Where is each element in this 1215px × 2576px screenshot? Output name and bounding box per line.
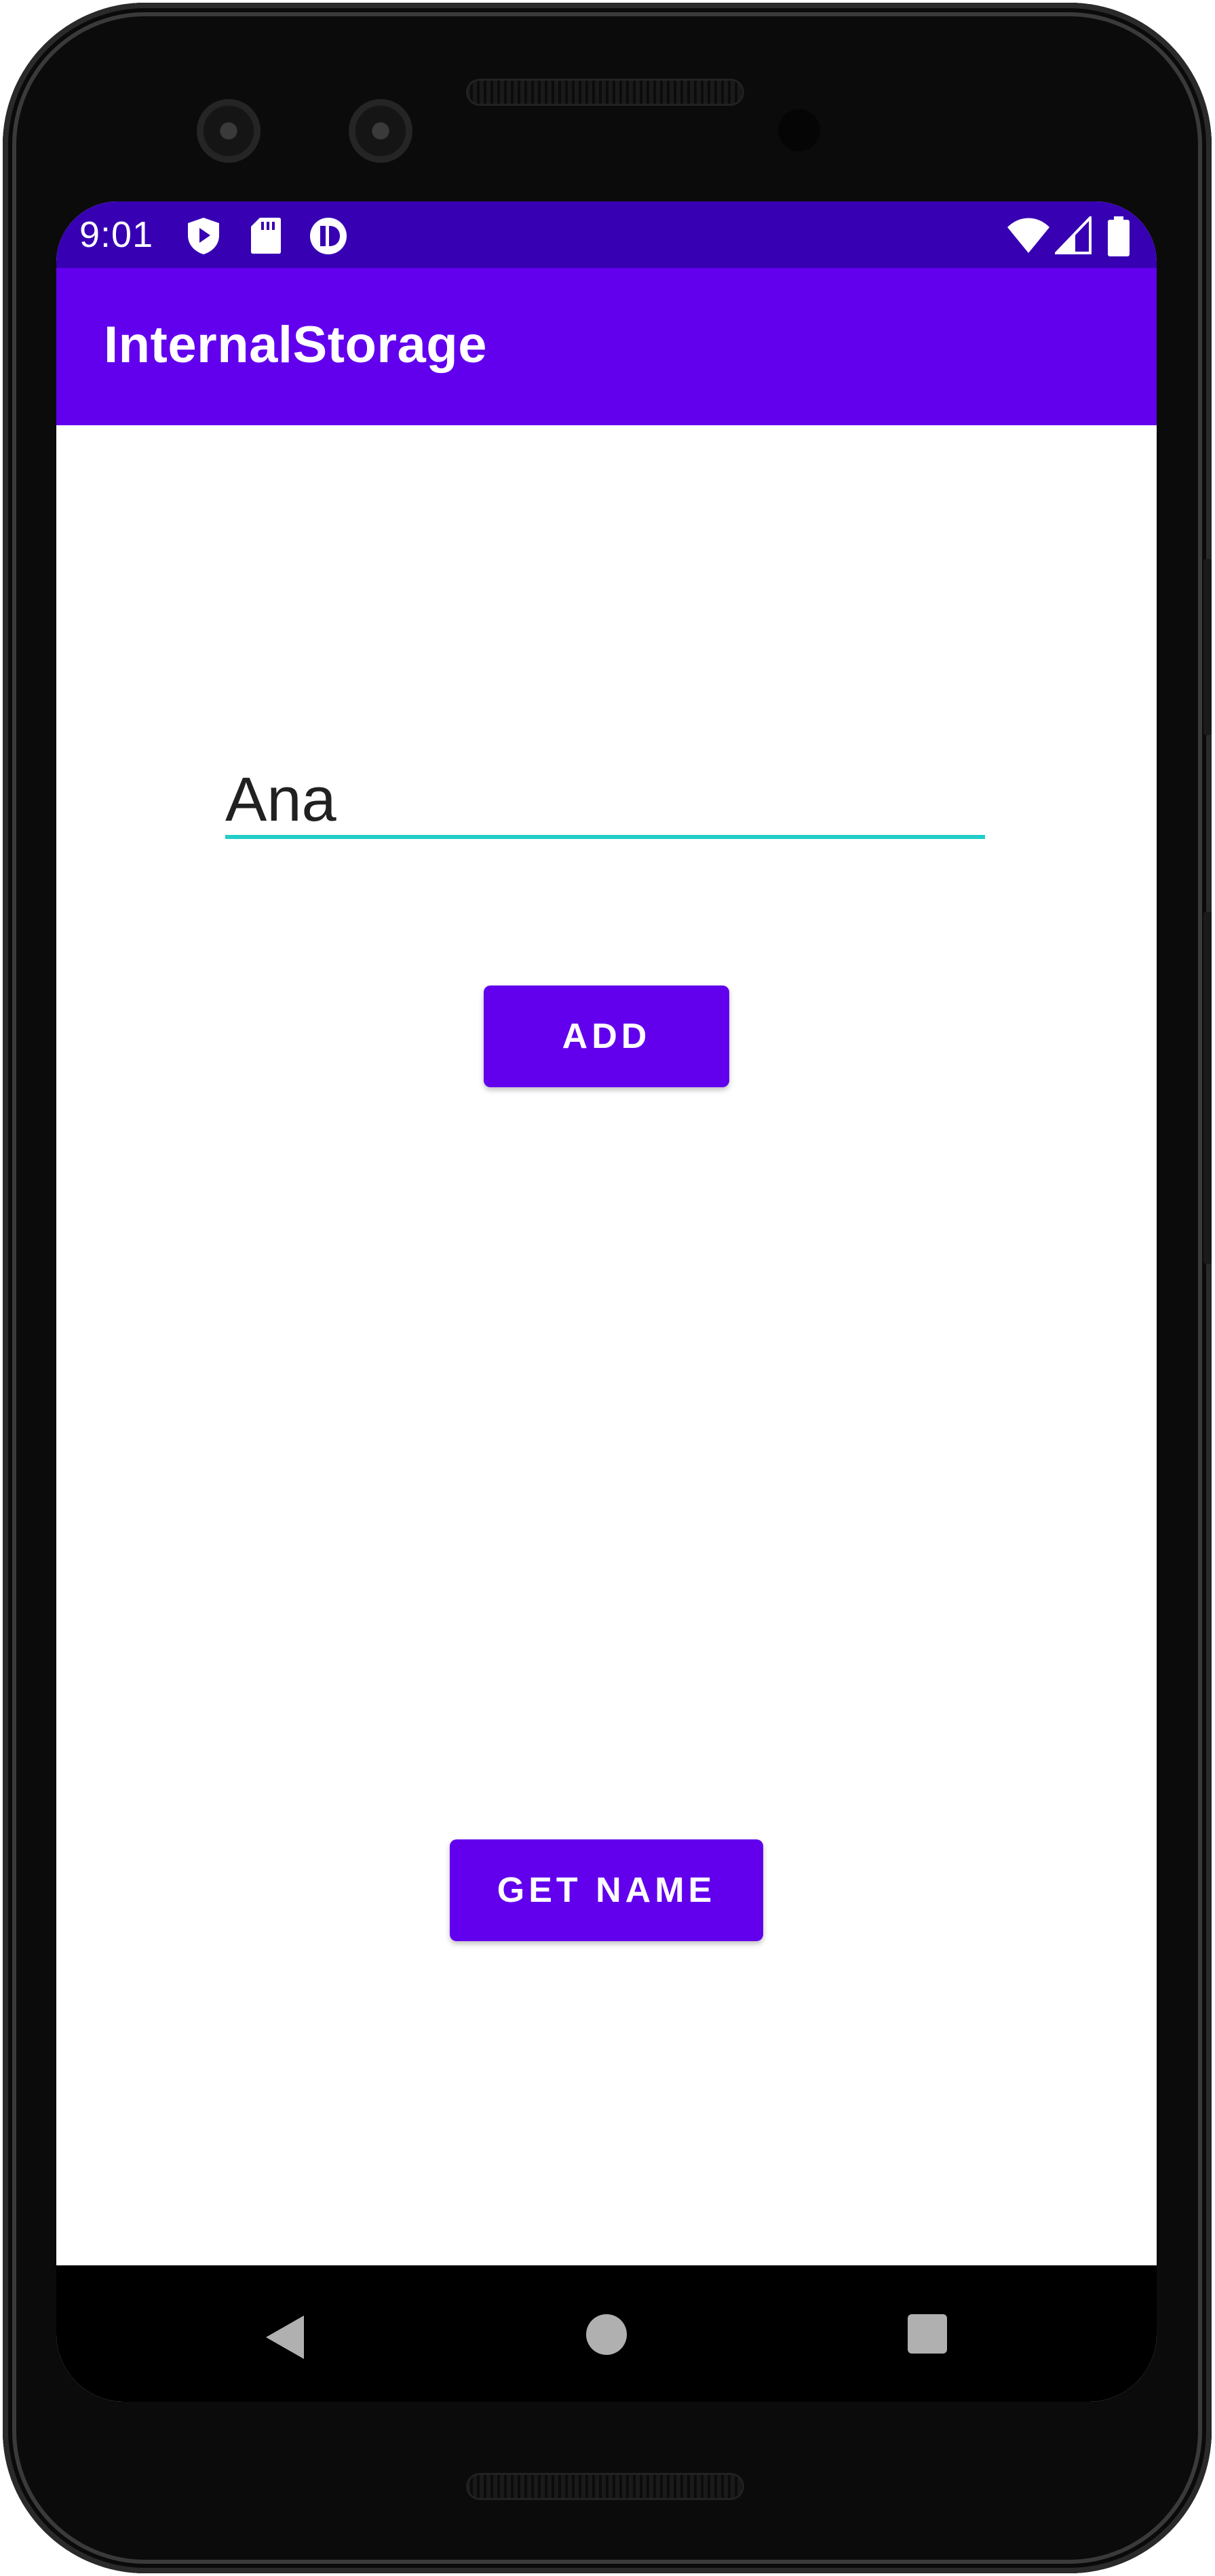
volume-button	[1203, 912, 1212, 1264]
status-time: 9:01	[79, 214, 154, 255]
sd-card-icon	[251, 218, 281, 254]
shield-play-icon	[188, 218, 219, 254]
bottom-speaker	[466, 2473, 744, 2500]
front-camera-icon	[197, 99, 261, 163]
wifi-icon	[1007, 218, 1049, 253]
phone-frame: 9:01 InternalStorage Ana ADD GET NAME	[3, 3, 1212, 2573]
power-button	[1203, 559, 1212, 735]
home-icon[interactable]	[585, 2313, 628, 2356]
status-bar: 9:01	[56, 201, 1157, 268]
battery-icon	[1108, 216, 1130, 256]
main-content: ADD Ana GET NAME	[56, 425, 1157, 2265]
circle-notification-icon	[310, 218, 347, 254]
recents-icon[interactable]	[906, 2313, 948, 2355]
get-name-button[interactable]: GET NAME	[450, 1839, 763, 1941]
name-input[interactable]	[225, 764, 985, 839]
proximity-sensor	[778, 109, 820, 151]
app-toolbar: InternalStorage	[56, 268, 1157, 425]
signal-icon	[1055, 216, 1092, 254]
add-button[interactable]: ADD	[484, 985, 729, 1087]
top-speaker	[466, 79, 744, 106]
screen: 9:01 InternalStorage Ana ADD GET NAME	[56, 201, 1157, 2402]
app-title: InternalStorage	[104, 316, 487, 374]
navigation-bar	[56, 2265, 1157, 2402]
front-camera-icon	[349, 99, 412, 163]
back-icon[interactable]	[263, 2313, 307, 2362]
device-canvas: 9:01 InternalStorage Ana ADD GET NAME	[0, 0, 1215, 2576]
